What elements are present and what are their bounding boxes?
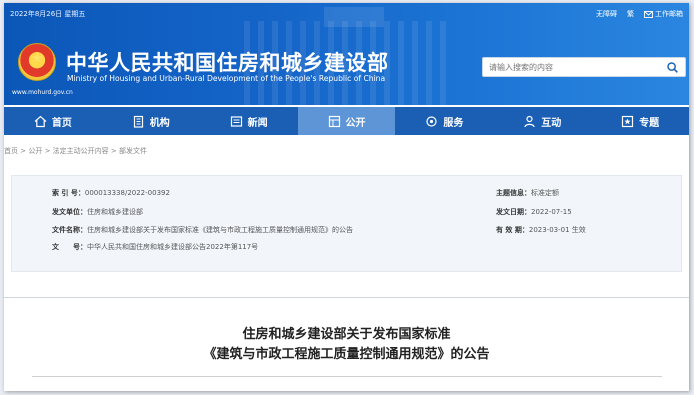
interact-icon bbox=[524, 115, 535, 127]
breadcrumb-public[interactable]: 公开 bbox=[28, 147, 42, 155]
page-frame: 2022年8月26日 星期五 无障碍 繁 工作邮箱 中华人民共和国住房和城乡建设… bbox=[4, 3, 689, 391]
info-filename-label: 文件名称： bbox=[52, 226, 87, 234]
nav-item-service-label: 服务 bbox=[443, 117, 464, 129]
search-box bbox=[482, 57, 686, 77]
nav-item-topic-label: 专题 bbox=[639, 117, 660, 129]
main-nav: 首页 机构 新闻 公开 服务 互动 专题 bbox=[4, 107, 689, 135]
breadcrumb-ministry-docs[interactable]: 部发文件 bbox=[119, 147, 147, 155]
nav-item-home[interactable]: 首页 bbox=[4, 107, 102, 135]
current-date: 2022年8月26日 星期五 bbox=[10, 10, 86, 18]
article-title-line1: 住房和城乡建设部关于发布国家标准 bbox=[242, 327, 451, 342]
info-date-label: 发文日期： bbox=[496, 208, 531, 216]
nav-item-interact[interactable]: 互动 bbox=[493, 107, 591, 135]
site-subtitle: Ministry of Housing and Urban-Rural Deve… bbox=[67, 74, 386, 83]
info-filename: 文件名称：住房和城乡建设部关于发布国家标准《建筑与市政工程施工质量控制通用规范》… bbox=[52, 225, 353, 235]
work-email-link-label: 工作邮箱 bbox=[655, 10, 683, 18]
accessibility-link[interactable]: 无障碍 bbox=[596, 9, 617, 19]
nav-item-public[interactable]: 公开 bbox=[297, 107, 396, 135]
header-building-dome bbox=[324, 7, 384, 27]
info-topic: 主题信息：标准定额 bbox=[496, 188, 559, 198]
nav-item-agency[interactable]: 机构 bbox=[102, 107, 200, 135]
document-info-box: 索 引 号：000013338/2022-00392 发文单位：住房和城乡建设部… bbox=[11, 175, 682, 272]
mail-icon bbox=[644, 10, 653, 18]
info-topic-label: 主题信息： bbox=[496, 189, 531, 197]
site-header: 2022年8月26日 星期五 无障碍 繁 工作邮箱 中华人民共和国住房和城乡建设… bbox=[4, 3, 689, 105]
national-emblem-logo bbox=[18, 43, 56, 81]
accessibility-link-label: 无障碍 bbox=[596, 10, 617, 18]
nav-item-news-label: 新闻 bbox=[247, 117, 268, 129]
info-docno: 文 号：中华人民共和国住房和城乡建设部公告2022年第117号 bbox=[52, 242, 258, 252]
info-valid-value: 2023-03-01 生效 bbox=[528, 226, 586, 234]
traditional-chinese-link[interactable]: 繁 bbox=[627, 9, 634, 19]
nav-item-home-label: 首页 bbox=[51, 117, 72, 129]
breadcrumb: 首页 > 公开 > 法定主动公开内容 > 部发文件 bbox=[4, 146, 147, 156]
info-index: 索 引 号：000013338/2022-00392 bbox=[52, 188, 170, 198]
site-url: www.mohurd.gov.cn bbox=[12, 89, 73, 96]
top-links: 无障碍 繁 工作邮箱 bbox=[596, 9, 683, 19]
search-input[interactable] bbox=[489, 62, 665, 72]
info-issuer-value: 住房和城乡建设部 bbox=[87, 208, 143, 216]
info-valid: 有 效 期：2023-03-01 生效 bbox=[496, 225, 586, 235]
nav-item-topic[interactable]: 专题 bbox=[591, 107, 689, 135]
breadcrumb-separator: > bbox=[110, 147, 119, 155]
info-docno-label: 文 号： bbox=[52, 243, 87, 251]
info-index-value: 000013338/2022-00392 bbox=[84, 189, 170, 197]
service-icon bbox=[426, 115, 437, 127]
news-icon bbox=[230, 115, 242, 127]
info-filename-value: 住房和城乡建设部关于发布国家标准《建筑与市政工程施工质量控制通用规范》的公告 bbox=[87, 226, 353, 234]
home-icon bbox=[34, 115, 47, 127]
info-topic-value: 标准定额 bbox=[531, 189, 559, 197]
nav-item-public-label: 公开 bbox=[345, 117, 366, 129]
info-valid-label: 有 效 期： bbox=[496, 226, 529, 234]
topic-icon bbox=[621, 115, 634, 127]
nav-item-service[interactable]: 服务 bbox=[395, 107, 493, 135]
nav-item-agency-label: 机构 bbox=[149, 117, 170, 129]
search-icon bbox=[666, 61, 678, 73]
breadcrumb-home[interactable]: 首页 bbox=[4, 147, 18, 155]
info-issuer-label: 发文单位： bbox=[52, 208, 87, 216]
traditional-chinese-link-label: 繁 bbox=[627, 10, 634, 18]
title-underline bbox=[32, 376, 662, 377]
document-icon bbox=[328, 115, 340, 127]
search-button[interactable] bbox=[665, 60, 679, 74]
work-email-link[interactable]: 工作邮箱 bbox=[644, 9, 683, 19]
info-issuer: 发文单位：住房和城乡建设部 bbox=[52, 207, 143, 217]
info-docno-value: 中华人民共和国住房和城乡建设部公告2022年第117号 bbox=[87, 243, 259, 251]
info-date-value: 2022-07-15 bbox=[531, 208, 572, 216]
breadcrumb-statutory[interactable]: 法定主动公开内容 bbox=[53, 147, 109, 155]
building-icon bbox=[133, 115, 143, 128]
info-date: 发文日期：2022-07-15 bbox=[496, 207, 572, 217]
breadcrumb-separator: > bbox=[44, 147, 53, 155]
article-title-line2: 《建筑与市政工程施工质量控制通用规范》的公告 bbox=[203, 347, 490, 362]
content-divider bbox=[4, 297, 689, 298]
site-title: 中华人民共和国住房和城乡建设部 bbox=[66, 51, 389, 75]
nav-item-interact-label: 互动 bbox=[541, 117, 562, 129]
info-index-label: 索 引 号： bbox=[52, 189, 85, 197]
nav-item-news[interactable]: 新闻 bbox=[200, 107, 298, 135]
